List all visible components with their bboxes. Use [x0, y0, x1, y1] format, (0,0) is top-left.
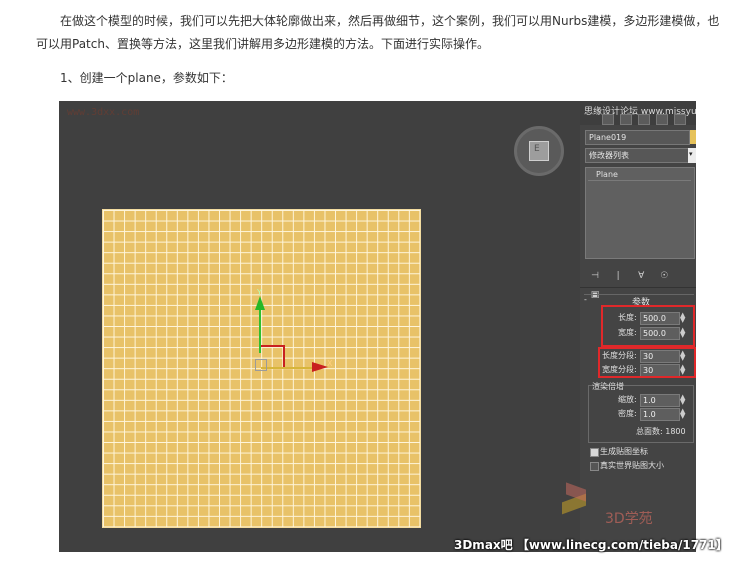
watermark-logo-icon	[562, 482, 590, 515]
scale-label: 缩放:	[618, 395, 637, 404]
density-input[interactable]: 1.0	[640, 408, 680, 421]
gizmo-x-axis[interactable]	[261, 367, 316, 369]
watermark-site: 3D学苑	[605, 511, 653, 527]
stack-divider	[588, 180, 691, 181]
article-paragraph-text: 在做这个模型的时候，我们可以先把大体轮廓做出来，然后再做细节，这个案例，我们可以…	[36, 14, 720, 51]
screenshot-3dsmax: www.3dxx.com E Y X 思缘设计论坛 www.missyuan.c…	[59, 101, 696, 552]
total-faces-text: 总面数: 1800	[636, 427, 686, 436]
gizmo-plane-handle-v[interactable]	[283, 345, 285, 367]
gen-mapping-checkbox[interactable]	[590, 448, 599, 457]
create-tab-icon[interactable]	[602, 114, 614, 125]
remove-modifier-icon[interactable]: ☉	[655, 271, 673, 281]
panel-tabs: 思缘设计论坛 www.missyuan.com	[580, 101, 696, 125]
gizmo-center-square[interactable]	[255, 359, 267, 371]
gizmo-y-arrow-icon[interactable]	[255, 296, 265, 310]
real-world-label: 真实世界贴图大小	[600, 461, 664, 470]
modifier-list-dropdown[interactable]: 修改器列表	[585, 148, 690, 163]
scale-spinner-icon[interactable]: ▲ ▼	[680, 394, 685, 406]
gen-mapping-label: 生成贴图坐标	[600, 447, 648, 456]
chevron-down-icon: ▾	[689, 150, 693, 158]
make-unique-icon[interactable]: ∀	[632, 271, 650, 281]
stack-toolbar: ⊣ | ∀ ☉ ▣	[586, 263, 696, 300]
step-1-text: 1、创建一个plane，参数如下：	[60, 71, 233, 85]
modify-tab-icon[interactable]	[620, 114, 632, 125]
panel-separator	[580, 287, 696, 288]
viewcube-face[interactable]: E	[529, 141, 549, 161]
gizmo-plane-handle-h[interactable]	[261, 345, 283, 347]
display-tab-icon[interactable]	[674, 114, 686, 125]
highlight-box-segs	[598, 347, 696, 378]
command-panel: 思缘设计论坛 www.missyuan.com Plane019 修改器列表 ▾…	[580, 101, 696, 552]
article-paragraph: 在做这个模型的时候，我们可以先把大体轮廓做出来，然后再做细节，这个案例，我们可以…	[36, 10, 726, 56]
object-name-field[interactable]: Plane019	[585, 130, 690, 145]
density-row: 密度: 1.0 ▲ ▼	[580, 408, 696, 421]
show-end-result-icon[interactable]: |	[609, 271, 627, 281]
render-multipliers-title: 渲染倍增	[592, 382, 624, 391]
motion-tab-icon[interactable]	[656, 114, 668, 125]
object-color-swatch[interactable]	[690, 130, 696, 144]
viewcube[interactable]: E	[514, 126, 564, 176]
real-world-checkbox[interactable]	[590, 462, 599, 471]
modifier-stack[interactable]: Plane	[585, 167, 695, 259]
image-caption-watermark: 3Dmax吧 【www.linecg.com/tieba/1771】	[454, 538, 728, 552]
modifier-dropdown-button[interactable]: ▾	[688, 148, 696, 163]
density-spinner-icon[interactable]: ▲ ▼	[680, 408, 685, 420]
gizmo-x-label: X	[327, 359, 333, 368]
hierarchy-tab-icon[interactable]	[638, 114, 650, 125]
highlight-box-size	[601, 305, 695, 347]
scale-row: 缩放: 1.0 ▲ ▼	[580, 394, 696, 407]
stack-item-plane[interactable]: Plane	[596, 170, 618, 179]
gizmo-y-label: Y	[257, 288, 262, 297]
gizmo-x-arrow-icon[interactable]	[312, 362, 328, 372]
viewport[interactable]: www.3dxx.com E Y X	[59, 101, 580, 552]
rollout-collapse-icon[interactable]: -	[584, 295, 587, 304]
density-label: 密度:	[618, 409, 637, 418]
scale-input[interactable]: 1.0	[640, 394, 680, 407]
viewport-watermark: www.3dxx.com	[67, 107, 140, 118]
viewcube-label: E	[534, 144, 540, 154]
pin-stack-icon[interactable]: ⊣	[586, 271, 604, 281]
